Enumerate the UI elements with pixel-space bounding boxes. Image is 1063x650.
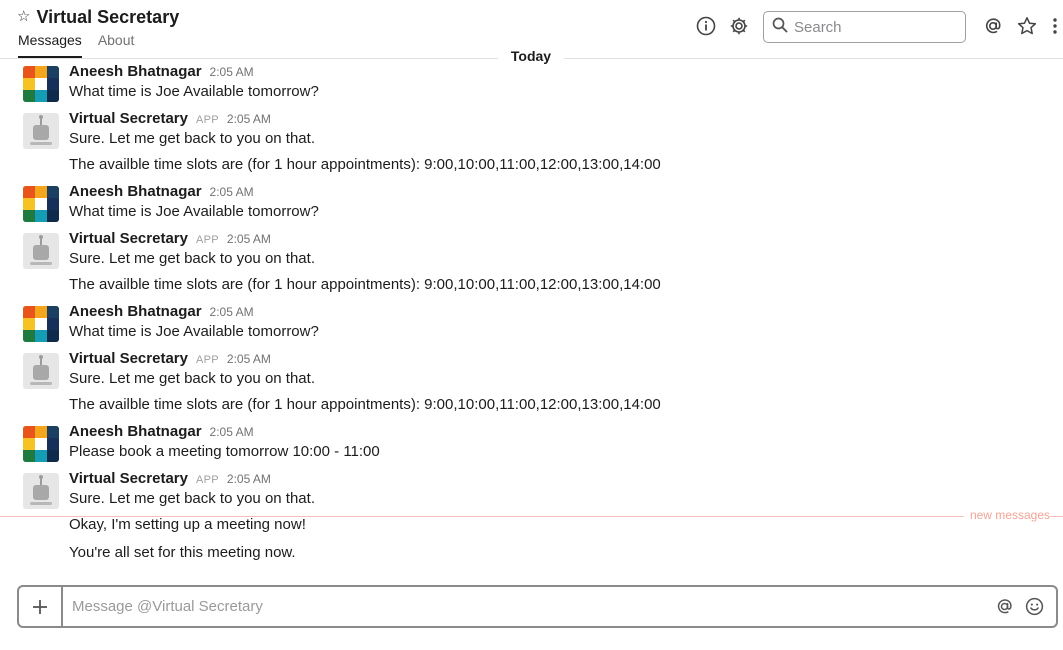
message: Virtual Secretary APP 2:05 AM Sure. Let … (0, 109, 1063, 182)
info-icon[interactable] (695, 15, 717, 37)
sender-name[interactable]: Aneesh Bhatnagar (69, 62, 202, 82)
message-text: What time is Joe Available tomorrow? (69, 203, 319, 220)
plus-icon[interactable] (19, 587, 63, 626)
emoji-icon[interactable] (1023, 596, 1045, 618)
tab-about[interactable]: About (98, 31, 135, 58)
bot-avatar[interactable] (23, 113, 59, 149)
at-icon[interactable] (982, 15, 1004, 37)
message-time[interactable]: 2:05 AM (210, 302, 254, 322)
sender-name[interactable]: Virtual Secretary (69, 469, 188, 489)
sender-name[interactable]: Aneesh Bhatnagar (69, 182, 202, 202)
message-text: The availble time slots are (for 1 hour … (69, 156, 661, 173)
message: Virtual Secretary APP 2:05 AM Sure. Let … (0, 229, 1063, 302)
user-avatar[interactable] (23, 306, 59, 342)
message-time[interactable]: 2:05 AM (210, 62, 254, 82)
bot-avatar[interactable] (23, 233, 59, 269)
message-text: You're all set for this meeting now. (69, 544, 296, 561)
app-badge: APP (195, 474, 219, 486)
app-badge: APP (195, 114, 219, 126)
message-text: Please book a meeting tomorrow 10:00 - 1… (69, 443, 380, 460)
message-text: Sure. Let me get back to you on that. (69, 250, 315, 267)
kebab-menu-icon[interactable] (1047, 15, 1063, 37)
channel-title-row: ☆ Virtual Secretary (17, 6, 179, 28)
message-text: What time is Joe Available tomorrow? (69, 83, 319, 100)
sender-name[interactable]: Virtual Secretary (69, 229, 188, 249)
at-icon[interactable] (993, 596, 1015, 618)
search-box[interactable] (763, 11, 966, 43)
user-avatar[interactable] (23, 66, 59, 102)
search-input[interactable] (792, 17, 966, 37)
message-composer (17, 585, 1058, 628)
message-text: Sure. Let me get back to you on that. (69, 370, 315, 387)
user-avatar[interactable] (23, 186, 59, 222)
tab-messages[interactable]: Messages (18, 31, 82, 58)
sender-name[interactable]: Aneesh Bhatnagar (69, 422, 202, 442)
message-text: What time is Joe Available tomorrow? (69, 323, 319, 340)
message-input[interactable] (63, 586, 993, 627)
message-text: Sure. Let me get back to you on that. (69, 130, 315, 147)
new-messages-divider (0, 516, 1063, 517)
bot-avatar[interactable] (23, 473, 59, 509)
message: Aneesh Bhatnagar 2:05 AM What time is Jo… (0, 302, 1063, 349)
gear-icon[interactable] (728, 15, 750, 37)
message: Virtual Secretary APP 2:05 AM Sure. Let … (0, 349, 1063, 422)
message-time[interactable]: 2:05 AM (227, 229, 271, 249)
channel-title[interactable]: Virtual Secretary (36, 6, 179, 28)
message: Aneesh Bhatnagar 2:05 AM Please book a m… (0, 422, 1063, 469)
new-messages-label[interactable]: new messages (963, 507, 1050, 523)
message-text: The availble time slots are (for 1 hour … (69, 276, 661, 293)
message-text: Sure. Let me get back to you on that. (69, 490, 315, 507)
message-time[interactable]: 2:05 AM (210, 182, 254, 202)
search-icon (772, 17, 788, 38)
app-badge: APP (195, 234, 219, 246)
message-time[interactable]: 2:05 AM (227, 469, 271, 489)
message-time[interactable]: 2:05 AM (227, 109, 271, 129)
sender-name[interactable]: Virtual Secretary (69, 349, 188, 369)
message-time[interactable]: 2:05 AM (227, 349, 271, 369)
message-text: Okay, I'm setting up a meeting now! (69, 516, 306, 533)
sender-name[interactable]: Aneesh Bhatnagar (69, 302, 202, 322)
message-list: Aneesh Bhatnagar 2:05 AM What time is Jo… (0, 62, 1063, 563)
star-outline-icon[interactable]: ☆ (17, 7, 30, 27)
bot-avatar[interactable] (23, 353, 59, 389)
star-icon[interactable] (1016, 15, 1038, 37)
message-text: The availble time slots are (for 1 hour … (69, 396, 661, 413)
user-avatar[interactable] (23, 426, 59, 462)
channel-tabs: Messages About (18, 31, 150, 58)
app-badge: APP (195, 354, 219, 366)
message-time[interactable]: 2:05 AM (210, 422, 254, 442)
message: Aneesh Bhatnagar 2:05 AM What time is Jo… (0, 182, 1063, 229)
sender-name[interactable]: Virtual Secretary (69, 109, 188, 129)
message: Aneesh Bhatnagar 2:05 AM What time is Jo… (0, 62, 1063, 109)
